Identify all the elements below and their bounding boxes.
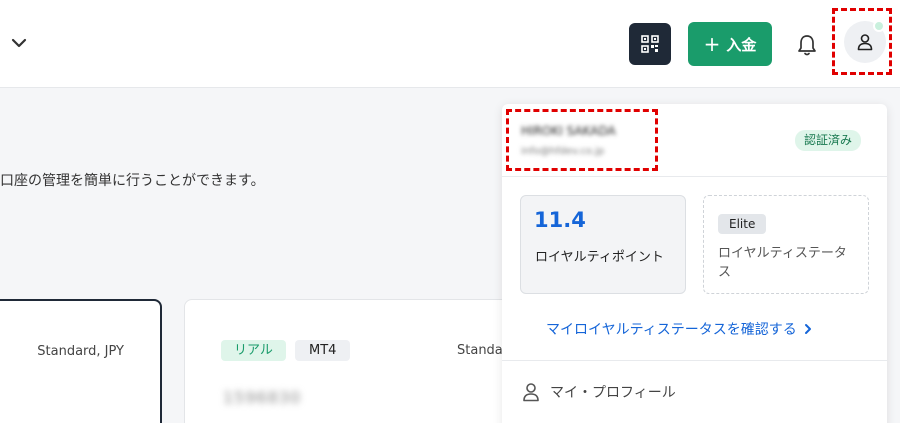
real-badge: リアル (221, 340, 286, 361)
loyalty-status-link[interactable]: マイロイヤルティステータスを確認する (546, 319, 813, 339)
top-bar: + 入金 (0, 0, 900, 88)
loyalty-status-badge: Elite (718, 214, 767, 234)
menu-item-my-profile[interactable]: マイ・プロフィール (522, 382, 676, 402)
user-email: info@hfdev.co.jp (521, 146, 605, 157)
deposit-button[interactable]: + 入金 (688, 22, 772, 66)
menu-item-label: マイ・プロフィール (550, 385, 676, 401)
user-avatar-highlight (832, 8, 892, 75)
bell-icon[interactable] (796, 33, 818, 57)
account-card[interactable]: リアル MT4 Standa 1596830 (184, 299, 544, 423)
qr-code-button[interactable] (629, 23, 671, 65)
verified-badge: 認証済み (795, 130, 862, 151)
loyalty-points-card: 11.4 ロイヤルティポイント (520, 195, 686, 294)
user-name: HIROKI SAKADA (521, 124, 616, 138)
plus-icon: + (703, 32, 721, 56)
page-description: 口座の管理を簡単に行うことができます。 (0, 173, 265, 189)
divider (502, 176, 887, 177)
loyalty-status-link-label: マイロイヤルティステータスを確認する (546, 322, 797, 338)
loyalty-status-label: ロイヤルティステータス (718, 246, 847, 280)
account-type: Standard, JPY (37, 344, 124, 359)
user-menu-dropdown: HIROKI SAKADA info@hfdev.co.jp 認証済み 11.4… (502, 104, 887, 423)
loyalty-points-label: ロイヤルティポイント (535, 250, 664, 265)
online-status-dot (873, 20, 885, 32)
chevron-down-icon[interactable] (10, 34, 28, 52)
loyalty-points-value: 11.4 (534, 208, 586, 232)
loyalty-status-card: Elite ロイヤルティステータス (703, 195, 869, 294)
user-icon (523, 383, 539, 402)
account-number: 1596830 (223, 388, 302, 407)
qr-code-icon (641, 35, 659, 53)
platform-badge: MT4 (295, 340, 351, 361)
divider (502, 360, 887, 361)
user-icon (857, 34, 873, 51)
account-type: Standa (457, 343, 503, 358)
user-info-highlight: HIROKI SAKADA info@hfdev.co.jp (506, 109, 658, 171)
chevron-right-icon (804, 324, 811, 334)
deposit-label: 入金 (726, 35, 757, 54)
account-card[interactable]: Standard, JPY (0, 299, 162, 423)
